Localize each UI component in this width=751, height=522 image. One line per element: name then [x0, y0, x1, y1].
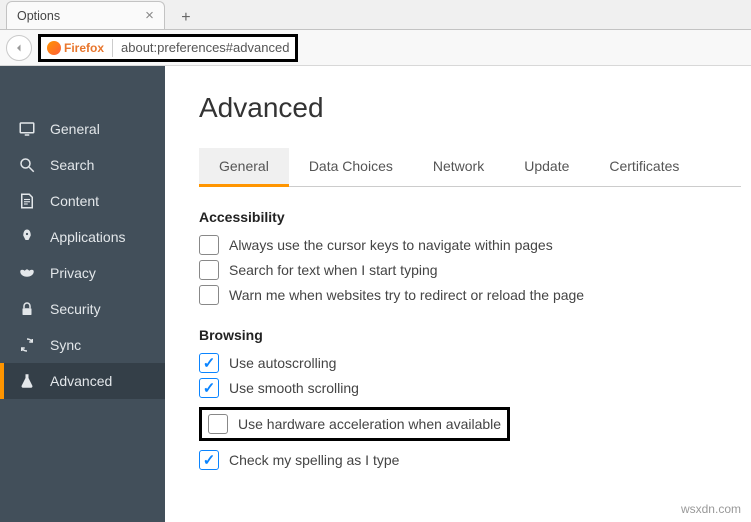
preferences-content: Advanced General Data Choices Network Up…: [165, 66, 751, 522]
option-search-text[interactable]: Search for text when I start typing: [199, 260, 741, 280]
navigation-toolbar: Firefox about:preferences#advanced: [0, 30, 751, 66]
sidebar-item-label: Sync: [50, 337, 81, 353]
tab-update[interactable]: Update: [504, 148, 589, 186]
lock-icon: [18, 300, 36, 318]
mask-icon: [18, 264, 36, 282]
close-icon[interactable]: ×: [145, 7, 154, 24]
preferences-sidebar: General Search Content Applications Priv…: [0, 66, 165, 522]
checkbox-unchecked[interactable]: [208, 414, 228, 434]
separator: [112, 39, 113, 57]
highlighted-option: Use hardware acceleration when available: [199, 407, 510, 441]
url-text: about:preferences#advanced: [121, 40, 289, 55]
sidebar-item-security[interactable]: Security: [0, 291, 165, 327]
sidebar-item-label: Security: [50, 301, 101, 317]
checkbox-checked[interactable]: [199, 353, 219, 373]
option-label: Search for text when I start typing: [229, 262, 438, 278]
browser-tab-options[interactable]: Options ×: [6, 1, 165, 29]
option-label: Warn me when websites try to redirect or…: [229, 287, 584, 303]
option-smooth-scrolling[interactable]: Use smooth scrolling: [199, 378, 741, 398]
option-label: Always use the cursor keys to navigate w…: [229, 237, 553, 253]
section-accessibility-title: Accessibility: [199, 209, 741, 225]
sidebar-item-general[interactable]: General: [0, 111, 165, 147]
section-browsing-title: Browsing: [199, 327, 741, 343]
option-label: Use hardware acceleration when available: [238, 416, 501, 432]
tab-certificates[interactable]: Certificates: [589, 148, 699, 186]
display-icon: [18, 120, 36, 138]
address-bar[interactable]: Firefox about:preferences#advanced: [38, 34, 298, 62]
firefox-icon: [47, 41, 61, 55]
checkbox-unchecked[interactable]: [199, 235, 219, 255]
sidebar-item-label: Advanced: [50, 373, 112, 389]
badge-label: Firefox: [64, 41, 104, 55]
sidebar-item-label: Search: [50, 157, 94, 173]
advanced-subtabs: General Data Choices Network Update Cert…: [199, 148, 741, 187]
option-hardware-acceleration[interactable]: Use hardware acceleration when available: [208, 414, 501, 434]
sidebar-item-label: Privacy: [50, 265, 96, 281]
checkbox-unchecked[interactable]: [199, 285, 219, 305]
sidebar-item-label: General: [50, 121, 100, 137]
sidebar-item-privacy[interactable]: Privacy: [0, 255, 165, 291]
sync-icon: [18, 336, 36, 354]
option-label: Use smooth scrolling: [229, 380, 359, 396]
back-button[interactable]: [6, 35, 32, 61]
watermark-text: wsxdn.com: [681, 502, 741, 516]
sidebar-item-content[interactable]: Content: [0, 183, 165, 219]
option-label: Check my spelling as I type: [229, 452, 399, 468]
flask-icon: [18, 372, 36, 390]
tab-title: Options: [17, 9, 60, 23]
sidebar-item-label: Content: [50, 193, 99, 209]
tab-general[interactable]: General: [199, 148, 289, 187]
tab-network[interactable]: Network: [413, 148, 504, 186]
sidebar-item-advanced[interactable]: Advanced: [0, 363, 165, 399]
page-title: Advanced: [199, 92, 741, 124]
sidebar-item-search[interactable]: Search: [0, 147, 165, 183]
firefox-badge: Firefox: [47, 41, 104, 55]
checkbox-checked[interactable]: [199, 378, 219, 398]
option-autoscrolling[interactable]: Use autoscrolling: [199, 353, 741, 373]
rocket-icon: [18, 228, 36, 246]
new-tab-button[interactable]: +: [173, 7, 199, 29]
tab-data-choices[interactable]: Data Choices: [289, 148, 413, 186]
sidebar-item-applications[interactable]: Applications: [0, 219, 165, 255]
option-cursor-keys[interactable]: Always use the cursor keys to navigate w…: [199, 235, 741, 255]
browser-tab-bar: Options × +: [0, 0, 751, 30]
search-icon: [18, 156, 36, 174]
option-warn-redirect[interactable]: Warn me when websites try to redirect or…: [199, 285, 741, 305]
option-spelling[interactable]: Check my spelling as I type: [199, 450, 741, 470]
document-icon: [18, 192, 36, 210]
sidebar-item-label: Applications: [50, 229, 126, 245]
checkbox-checked[interactable]: [199, 450, 219, 470]
checkbox-unchecked[interactable]: [199, 260, 219, 280]
sidebar-item-sync[interactable]: Sync: [0, 327, 165, 363]
option-label: Use autoscrolling: [229, 355, 336, 371]
